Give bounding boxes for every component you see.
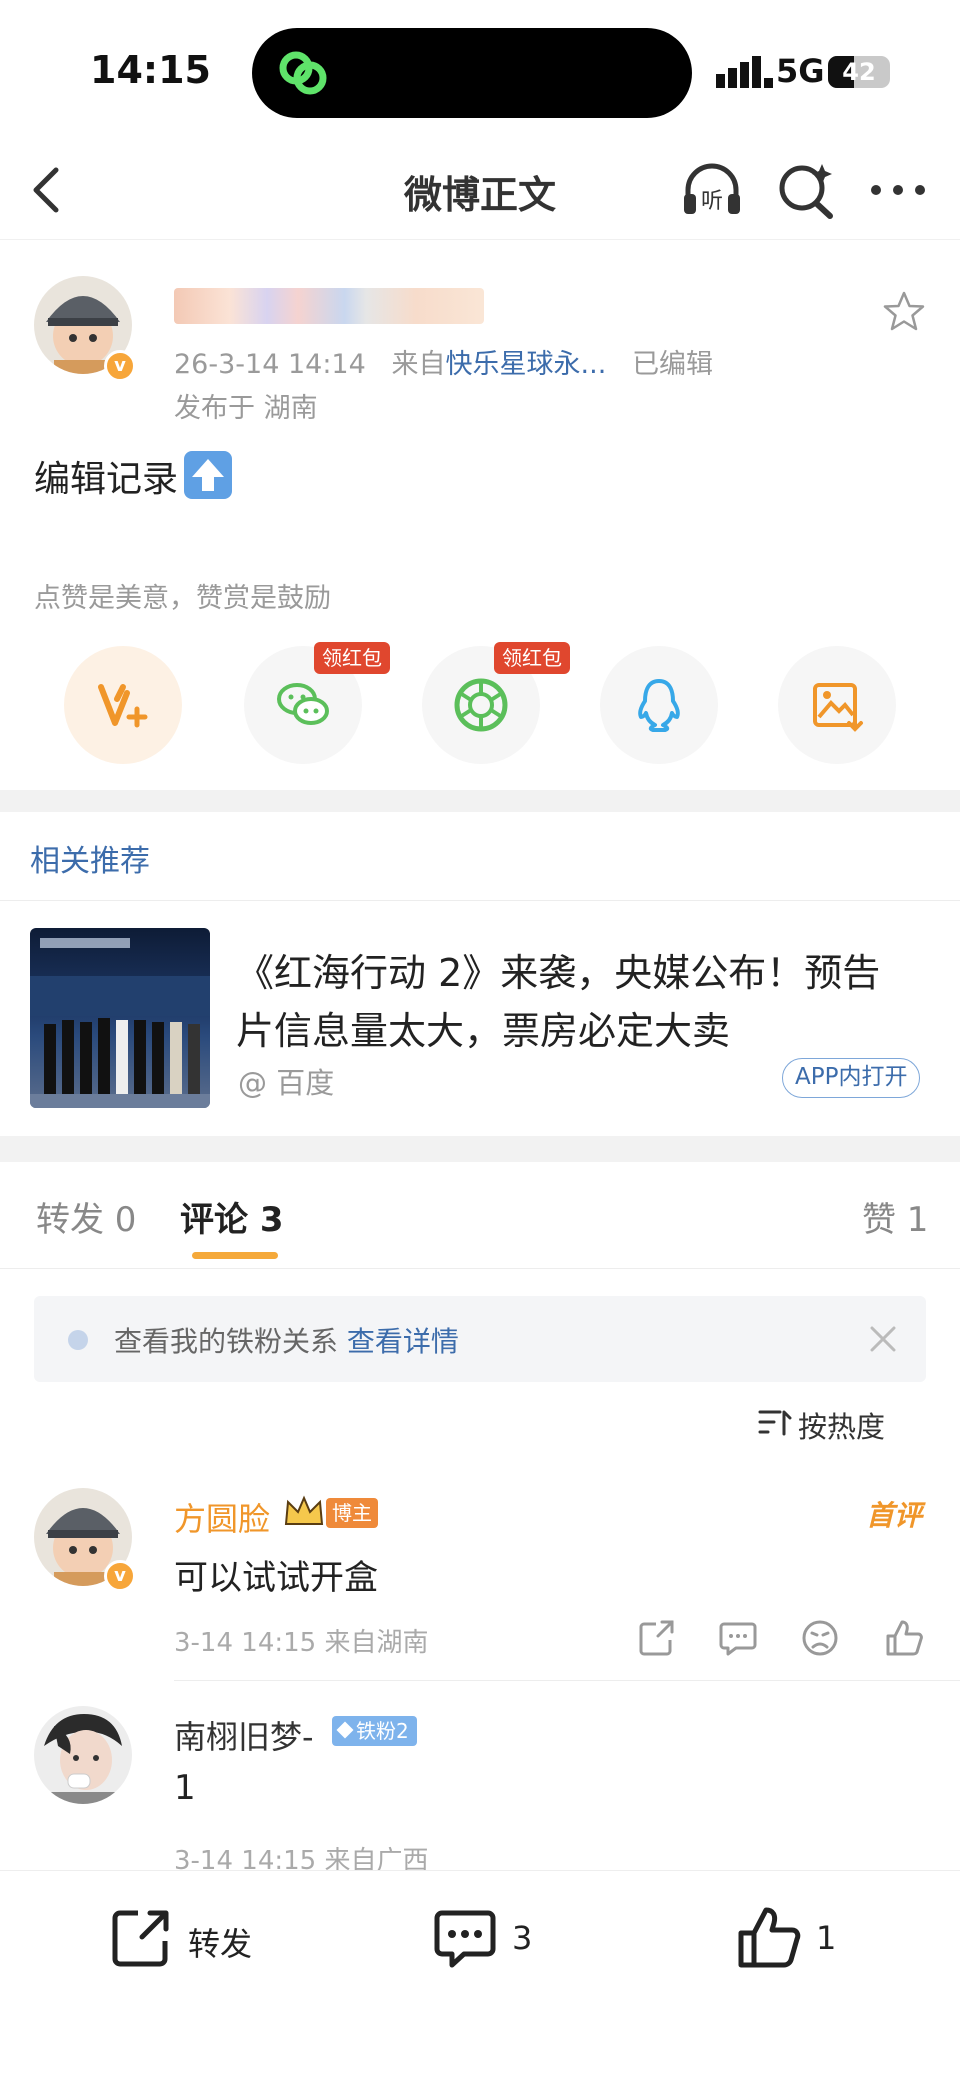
repost-button[interactable]: 转发 <box>108 1905 268 1975</box>
vplus-share-button[interactable] <box>64 646 182 764</box>
repost-icon <box>112 1910 169 1967</box>
sort-icon <box>758 1410 792 1436</box>
svg-text:听: 听 <box>701 189 723 214</box>
tab-like[interactable]: 赞 1 <box>862 1192 928 1241</box>
favorite-star-icon[interactable] <box>882 290 926 334</box>
status-time: 14:15 <box>90 48 211 92</box>
weibo-detail-screen: 14:15 5G 42 微博正文 听 v 26-3-14 14:14 来自快乐星… <box>0 0 960 2082</box>
fan-relation-bar: 查看我的铁粉关系 查看详情 <box>34 1296 926 1382</box>
like-count: 1 <box>816 1919 837 1957</box>
nav-bar: 微博正文 听 <box>0 140 960 240</box>
comment-author-name[interactable]: 南栩旧梦- <box>174 1712 314 1758</box>
fan-details-link[interactable]: 查看详情 <box>347 1325 459 1358</box>
status-bar: 14:15 5G 42 <box>0 0 960 140</box>
movie-premiere-image <box>30 938 210 1108</box>
comment-text: 可以试试开盒 <box>174 1558 378 1598</box>
dislike-face-icon[interactable] <box>800 1618 840 1658</box>
thumbs-up-icon <box>738 1907 801 1968</box>
source-prefix: 来自 <box>391 349 446 380</box>
recommend-source: @ 百度 <box>238 1066 335 1100</box>
comment-count: 3 <box>512 1919 533 1957</box>
post-source-link[interactable]: 快乐星球永... <box>446 349 607 380</box>
host-tag: 博主 <box>326 1498 378 1528</box>
share-icon[interactable] <box>636 1618 676 1658</box>
link-rings-icon <box>279 51 327 95</box>
edited-label[interactable]: 已编辑 <box>632 349 713 380</box>
listen-headphones-icon[interactable]: 听 <box>680 158 744 222</box>
like-hint: 点赞是美意，赞赏是鼓励 <box>34 583 331 614</box>
fan-dot-icon <box>68 1330 88 1350</box>
wechat-redpack-badge: 领红包 <box>314 642 390 674</box>
qq-penguin-icon <box>638 679 680 732</box>
comment-bubble-icon <box>434 1910 496 1968</box>
moments-redpack-badge: 领红包 <box>494 642 570 674</box>
iron-fan-tag: 铁粉2 <box>332 1716 417 1746</box>
divider <box>0 900 960 901</box>
up-arrow-emoji-icon <box>184 451 233 499</box>
first-comment-badge: 首评 <box>866 1499 923 1532</box>
save-image-icon <box>813 683 863 732</box>
dynamic-island <box>252 28 692 118</box>
battery-level: 42 <box>842 58 876 86</box>
app-open-button[interactable]: APP内打开 <box>782 1058 921 1098</box>
related-title: 相关推荐 <box>30 844 150 879</box>
comment-meta: 3-14 14:15 来自湖南 <box>174 1628 429 1658</box>
search-spark-icon[interactable] <box>774 158 838 222</box>
post-meta: 26-3-14 14:14 来自快乐星球永... 已编辑 <box>174 342 713 381</box>
section-gap <box>0 790 960 812</box>
sort-by-heat-button[interactable]: 按热度 <box>758 1404 886 1446</box>
bottom-action-bar: 转发 3 1 <box>0 1870 960 2082</box>
comment-button[interactable]: 3 <box>432 1905 562 1975</box>
post-body: 编辑记录 <box>34 450 233 502</box>
verified-badge-icon: v <box>104 1560 136 1592</box>
repost-label: 转发 <box>188 1925 253 1963</box>
network-type: 5G <box>776 52 825 90</box>
battery-icon: 42 <box>828 56 890 88</box>
thumbs-up-icon[interactable] <box>884 1618 924 1658</box>
more-icon[interactable] <box>866 158 930 222</box>
comment-author-avatar[interactable] <box>34 1706 132 1804</box>
tab-comment[interactable]: 评论 3 <box>180 1192 284 1241</box>
reply-icon[interactable] <box>718 1618 758 1658</box>
recommend-thumbnail[interactable] <box>30 928 210 1108</box>
post-date: 26-3-14 14:14 <box>174 349 366 380</box>
fan-relation-label: 查看我的铁粉关系 <box>114 1325 339 1358</box>
comment-text: 1 <box>174 1768 196 1808</box>
qq-share-button[interactable] <box>600 646 718 764</box>
verified-badge-icon: v <box>104 350 136 382</box>
post-text: 编辑记录 <box>34 459 179 500</box>
save-image-button[interactable] <box>778 646 896 764</box>
divider <box>0 1268 960 1269</box>
moments-aperture-icon <box>454 678 508 732</box>
author-name-blurred[interactable] <box>174 288 484 324</box>
post-location: 发布于 湖南 <box>174 393 318 424</box>
fan-relation-text: 查看我的铁粉关系 查看详情 <box>114 1320 459 1360</box>
like-button[interactable]: 1 <box>736 1905 846 1975</box>
active-tab-indicator <box>192 1252 278 1259</box>
section-gap <box>0 1136 960 1162</box>
divider <box>174 1680 960 1681</box>
wechat-icon <box>277 683 329 725</box>
user-avatar-image <box>34 1706 132 1804</box>
crown-icon <box>284 1495 324 1525</box>
recommend-headline[interactable]: 《红海行动 2》来袭，央媒公布！预告片信息量太大，票房必定大卖 <box>236 944 916 1060</box>
comment-author-name[interactable]: 方圆脸 <box>174 1494 270 1540</box>
sort-label: 按热度 <box>798 1410 886 1444</box>
tab-repost[interactable]: 转发 0 <box>36 1192 136 1241</box>
vplus-icon <box>98 684 148 728</box>
signal-icon <box>716 56 773 88</box>
close-icon[interactable] <box>864 1320 902 1358</box>
